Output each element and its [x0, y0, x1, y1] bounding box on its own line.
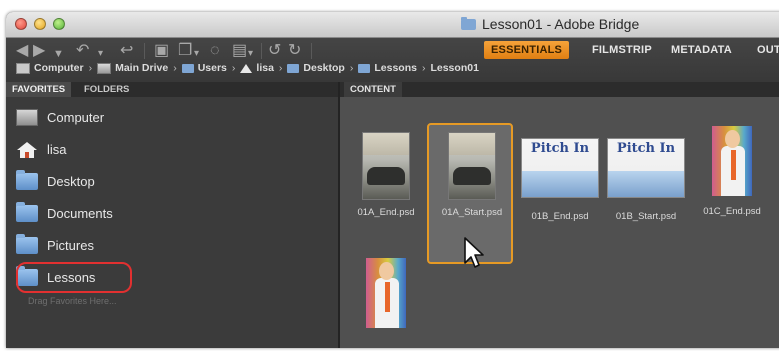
camera-raw-icon[interactable]: ◌	[210, 42, 220, 60]
thumbnail-01b-start[interactable]: Pitch In 01B_Start.psd	[604, 138, 688, 222]
chevron-down-icon[interactable]: ▾	[194, 45, 199, 63]
zoom-button[interactable]	[53, 18, 65, 30]
thumbnail-01a-start[interactable]: 01A_Start.psd	[430, 132, 514, 218]
chevron-down-icon[interactable]: ▼	[53, 45, 64, 63]
folder-icon	[181, 63, 194, 73]
favorite-label: lisa	[47, 141, 67, 157]
toolbar-divider	[311, 43, 312, 59]
close-button[interactable]	[15, 18, 27, 30]
home-icon	[240, 63, 253, 73]
rotate-left-icon[interactable]: ↺	[268, 42, 281, 60]
folder-icon	[358, 63, 371, 73]
computer-icon	[16, 108, 38, 126]
favorite-label: Computer	[47, 109, 105, 125]
mouse-pointer-icon	[464, 237, 484, 268]
favorite-item-computer[interactable]: Computer	[16, 105, 104, 129]
breadcrumb-separator: ›	[88, 62, 93, 74]
workspace-essentials[interactable]: ESSENTIALS	[484, 41, 570, 59]
car-photo-thumbnail	[362, 132, 410, 200]
chevron-down-icon[interactable]: ▾	[98, 45, 103, 63]
minimize-button[interactable]	[34, 18, 46, 30]
computer-icon	[16, 62, 30, 74]
breadcrumb-separator: ›	[173, 62, 177, 74]
folder-icon	[16, 169, 38, 190]
pitch-in-thumbnail: Pitch In	[521, 138, 599, 198]
thumbnail-caption: 01B_Start.psd	[615, 211, 677, 222]
favorite-label: Documents	[47, 205, 113, 221]
bridge-window: Lesson01 - Adobe Bridge ◀ ▶ ▼ ↶ ▾ ↩ ▣ ❐ …	[6, 12, 779, 348]
toolbar: ◀ ▶ ▼ ↶ ▾ ↩ ▣ ❐ ▾ ◌ ▤ ▾ ↺ ↻ ESSENTIALS F…	[6, 38, 779, 102]
thumbnail-01b-end[interactable]: Pitch In 01B_End.psd	[518, 138, 602, 222]
thumbnail-art-text: Pitch In	[530, 141, 590, 156]
tab-folders[interactable]: FOLDERS	[78, 82, 135, 97]
breadcrumb-item-main-drive[interactable]: Main Drive	[115, 62, 168, 74]
breadcrumb-separator: ›	[349, 62, 354, 74]
favorite-item-desktop[interactable]: Desktop	[16, 169, 95, 193]
recent-folder-icon[interactable]: ↶	[76, 42, 89, 60]
businessman-thumbnail	[366, 258, 406, 328]
forward-arrow-icon[interactable]: ▶	[33, 42, 45, 60]
panel-tabs: FAVORITES FOLDERS	[6, 82, 338, 97]
breadcrumb-separator: ›	[278, 62, 283, 74]
breadcrumb-item-lesson01[interactable]: Lesson01	[430, 62, 478, 74]
get-photos-icon[interactable]: ▣	[154, 42, 169, 60]
breadcrumb-item-computer[interactable]: Computer	[34, 62, 84, 74]
folder-icon	[16, 233, 38, 254]
toolbar-divider	[261, 43, 262, 59]
car-photo-thumbnail	[448, 132, 496, 200]
window-title-text: Lesson01 - Adobe Bridge	[482, 16, 640, 32]
breadcrumb-item-desktop[interactable]: Desktop	[303, 62, 344, 74]
favorite-label: Desktop	[47, 173, 95, 189]
refine-icon[interactable]: ❐	[178, 42, 192, 60]
window-title: Lesson01 - Adobe Bridge	[461, 16, 639, 32]
home-icon	[16, 141, 38, 158]
toolbar-divider	[144, 43, 145, 59]
thumbnail-01a-end[interactable]: 01A_End.psd	[344, 132, 428, 218]
tab-favorites[interactable]: FAVORITES	[6, 82, 72, 97]
output-icon[interactable]: ▤	[232, 42, 247, 60]
favorite-label: Pictures	[47, 237, 94, 253]
breadcrumb-separator: ›	[231, 62, 236, 74]
highlight-ring	[16, 262, 132, 293]
breadcrumb-separator: ›	[421, 62, 426, 74]
back-arrow-icon[interactable]: ◀	[16, 42, 28, 60]
breadcrumb-item-users[interactable]: Users	[198, 62, 227, 74]
drag-favorites-hint: Drag Favorites Here...	[28, 296, 117, 306]
thumbnail-01c-end[interactable]: 01C_End.psd	[690, 126, 774, 217]
content-tabs: CONTENT	[340, 82, 779, 97]
thumbnail-caption: 01A_End.psd	[357, 207, 415, 218]
breadcrumb-item-lisa[interactable]: lisa	[256, 62, 274, 74]
content-panel: CONTENT 01A_End.psd 01A_Start.psd Pitch …	[340, 82, 779, 348]
favorite-item-lisa[interactable]: lisa	[16, 137, 67, 161]
drive-icon	[97, 62, 112, 74]
thumbnail-art-text: Pitch In	[616, 141, 676, 156]
return-icon[interactable]: ↩	[120, 42, 133, 60]
folder-icon	[461, 16, 476, 30]
chevron-down-icon[interactable]: ▾	[248, 45, 253, 63]
title-bar[interactable]: Lesson01 - Adobe Bridge	[6, 12, 779, 38]
thumbnail-caption: 01A_Start.psd	[441, 207, 503, 218]
breadcrumb-item-lessons[interactable]: Lessons	[374, 62, 417, 74]
workspace-filmstrip[interactable]: FILMSTRIP	[585, 41, 659, 59]
folder-icon	[16, 201, 38, 222]
pitch-in-thumbnail: Pitch In	[607, 138, 685, 198]
breadcrumb: Computer › Main Drive › Users › lisa › D…	[16, 62, 479, 74]
thumbnail-caption: 01B_End.psd	[531, 211, 589, 222]
workspace-output[interactable]: OUT	[750, 41, 779, 59]
workspace-metadata[interactable]: METADATA	[664, 41, 739, 59]
tab-content[interactable]: CONTENT	[344, 82, 402, 97]
folder-icon	[287, 63, 300, 73]
favorites-panel: FAVORITES FOLDERS Computer lisa Desktop …	[6, 82, 340, 348]
favorite-item-documents[interactable]: Documents	[16, 201, 113, 225]
favorite-item-pictures[interactable]: Pictures	[16, 233, 94, 257]
thumbnail-01c-start[interactable]	[344, 258, 428, 328]
thumbnail-caption: 01C_End.psd	[703, 206, 761, 217]
businessman-thumbnail	[712, 126, 752, 196]
rotate-right-icon[interactable]: ↻	[288, 42, 301, 60]
